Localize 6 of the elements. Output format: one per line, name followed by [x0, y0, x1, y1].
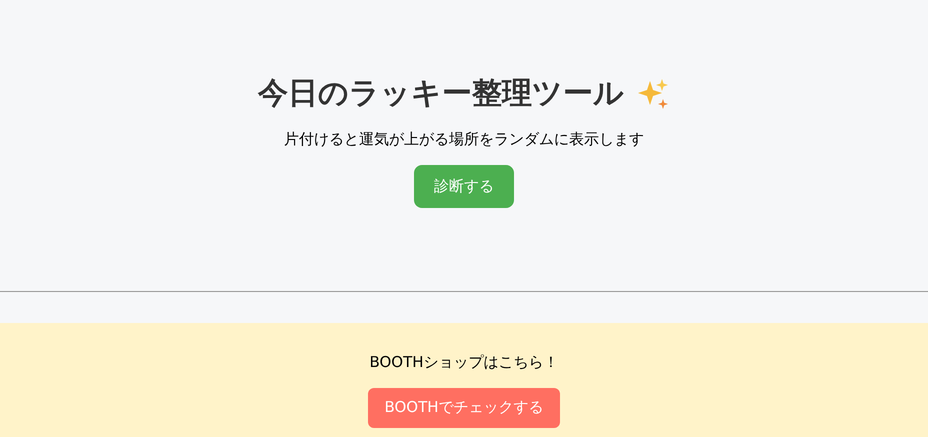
sparkles-icon [636, 77, 670, 111]
booth-button[interactable]: BOOTHでチェックする [368, 388, 560, 428]
subtitle: 片付けると運気が上がる場所をランダムに表示します [284, 129, 644, 150]
diagnose-button[interactable]: 診断する [414, 164, 514, 208]
page-title: 今日のラッキー整理ツール [258, 75, 624, 113]
shop-text: BOOTHショップはこちら！ [369, 352, 559, 373]
